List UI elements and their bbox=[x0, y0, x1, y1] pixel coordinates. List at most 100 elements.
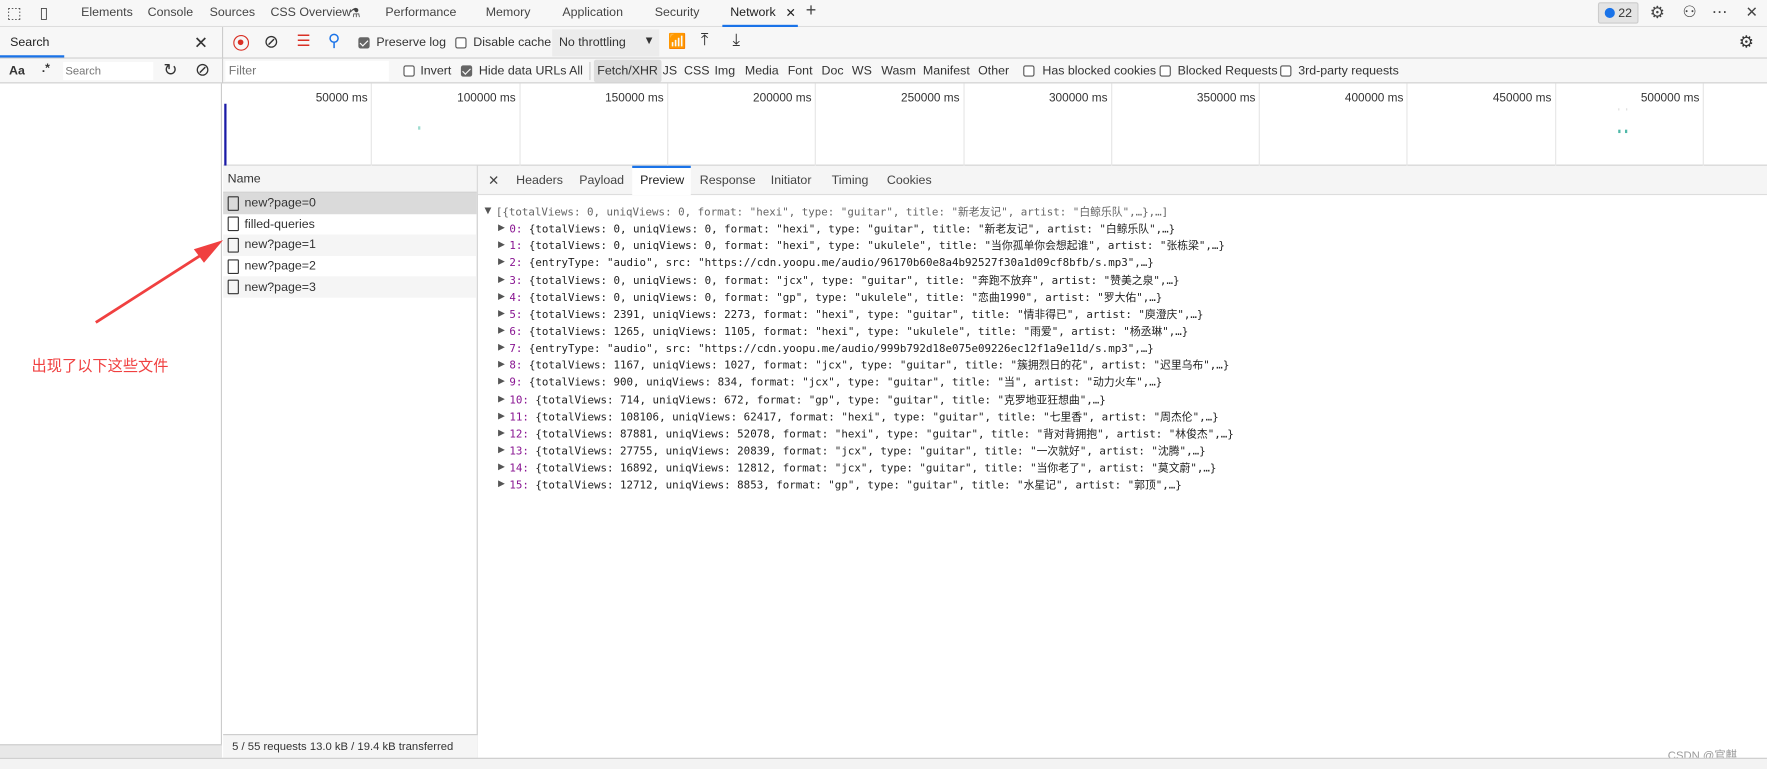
expand-triangle-icon[interactable] bbox=[498, 292, 505, 300]
item-summary: {totalViews: 900, uniqViews: 834, format… bbox=[528, 377, 1163, 390]
expand-triangle-icon[interactable] bbox=[498, 480, 505, 488]
flask-icon: ⚗ bbox=[349, 6, 361, 21]
name-column-header[interactable]: Name bbox=[223, 165, 477, 193]
close-details-icon[interactable]: ✕ bbox=[488, 173, 499, 189]
preview-item[interactable]: 3: {totalViews: 0, uniqViews: 0, format:… bbox=[485, 272, 1234, 289]
tab-css-overview[interactable]: CSS Overview bbox=[270, 6, 351, 20]
type-media[interactable]: Media bbox=[745, 64, 779, 78]
expand-triangle-icon[interactable] bbox=[498, 463, 505, 471]
search-icon[interactable]: ⚲ bbox=[328, 30, 340, 51]
expand-triangle-icon[interactable] bbox=[498, 275, 505, 283]
preview-item[interactable]: 5: {totalViews: 2391, uniqViews: 2273, f… bbox=[485, 307, 1234, 324]
type-font[interactable]: Font bbox=[788, 64, 813, 78]
customize-icon[interactable]: ⚇ bbox=[1682, 2, 1696, 21]
item-summary: {totalViews: 1265, uniqViews: 1105, form… bbox=[528, 325, 1189, 339]
type-ws[interactable]: WS bbox=[852, 64, 872, 78]
divider bbox=[589, 62, 591, 81]
preview-item[interactable]: 15: {totalViews: 12712, uniqViews: 8853,… bbox=[485, 477, 1234, 494]
type-wasm[interactable]: Wasm bbox=[881, 64, 916, 78]
preview-item[interactable]: 14: {totalViews: 16892, uniqViews: 12812… bbox=[485, 460, 1234, 477]
settings-icon[interactable]: ⚙ bbox=[1650, 2, 1665, 22]
preview-item[interactable]: 2: {entryType: "audio", src: "https://cd… bbox=[485, 255, 1234, 272]
add-tab-icon[interactable]: + bbox=[806, 1, 817, 21]
disable-cache-checkbox[interactable] bbox=[455, 37, 467, 49]
request-row[interactable]: new?page=2 bbox=[223, 256, 477, 277]
tab-performance[interactable]: Performance bbox=[385, 6, 456, 20]
preview-item[interactable]: 1: {totalViews: 0, uniqViews: 0, format:… bbox=[485, 238, 1234, 255]
type-manifest[interactable]: Manifest bbox=[923, 64, 970, 78]
preview-item[interactable]: 4: {totalViews: 0, uniqViews: 0, format:… bbox=[485, 289, 1234, 306]
preview-item[interactable]: 7: {entryType: "audio", src: "https://cd… bbox=[485, 341, 1234, 358]
tab-application[interactable]: Application bbox=[562, 6, 623, 20]
expand-triangle-icon[interactable] bbox=[498, 378, 505, 385]
filter-icon[interactable]: ☰ bbox=[296, 32, 310, 51]
type-img[interactable]: Img bbox=[714, 64, 735, 78]
tab-memory[interactable]: Memory bbox=[486, 6, 531, 20]
tab-security[interactable]: Security bbox=[655, 6, 700, 20]
preview-item[interactable]: 11: {totalViews: 108106, uniqViews: 6241… bbox=[485, 409, 1234, 426]
more-icon[interactable]: ⋯ bbox=[1712, 2, 1728, 21]
expand-triangle-icon[interactable] bbox=[498, 344, 505, 351]
type-css[interactable]: CSS bbox=[684, 64, 709, 78]
network-settings-icon[interactable]: ⚙ bbox=[1739, 32, 1754, 52]
item-index: 9: bbox=[509, 377, 523, 390]
import-har-icon[interactable]: ⤒ bbox=[701, 30, 708, 49]
expand-triangle-icon[interactable] bbox=[498, 241, 505, 249]
expand-triangle-icon[interactable] bbox=[498, 326, 505, 334]
expand-triangle-icon[interactable] bbox=[498, 429, 505, 437]
expand-triangle-icon[interactable] bbox=[498, 446, 505, 454]
preview-root[interactable]: [{totalViews: 0, uniqViews: 0, format: "… bbox=[484, 204, 1234, 221]
preview-item[interactable]: 9: {totalViews: 900, uniqViews: 834, for… bbox=[485, 375, 1234, 392]
expand-triangle-icon[interactable] bbox=[498, 224, 505, 232]
tab-timing[interactable]: Timing bbox=[832, 174, 869, 188]
type-doc[interactable]: Doc bbox=[822, 64, 844, 78]
request-row[interactable]: new?page=0 bbox=[223, 192, 477, 214]
third-party-checkbox[interactable] bbox=[1280, 65, 1292, 77]
preview-item[interactable]: 12: {totalViews: 87881, uniqViews: 52078… bbox=[485, 426, 1234, 443]
invert-checkbox[interactable] bbox=[403, 65, 415, 77]
timeline-bar bbox=[1618, 129, 1628, 134]
tab-initiator[interactable]: Initiator bbox=[771, 174, 812, 188]
request-row[interactable]: filled-queries bbox=[223, 214, 477, 235]
type-js[interactable]: JS bbox=[663, 64, 677, 78]
network-conditions-icon[interactable]: 📶 bbox=[668, 33, 686, 51]
tab-cookies[interactable]: Cookies bbox=[887, 174, 932, 188]
tab-payload[interactable]: Payload bbox=[579, 174, 624, 188]
type-all[interactable]: All bbox=[569, 64, 583, 78]
preview-item[interactable]: 6: {totalViews: 1265, uniqViews: 1105, f… bbox=[485, 324, 1234, 341]
preview-item[interactable]: 13: {totalViews: 27755, uniqViews: 20839… bbox=[485, 443, 1234, 460]
hide-data-urls-checkbox[interactable] bbox=[460, 65, 473, 77]
tab-headers[interactable]: Headers bbox=[516, 174, 563, 188]
collapse-triangle-icon[interactable] bbox=[484, 207, 492, 215]
issues-badge[interactable]: 22 bbox=[1597, 2, 1639, 24]
expand-triangle-icon[interactable] bbox=[498, 395, 505, 403]
network-overview-timeline[interactable]: 50000 ms 100000 ms 150000 ms 200000 ms 25000… bbox=[223, 83, 1767, 166]
has-blocked-cookies-checkbox[interactable] bbox=[1023, 65, 1035, 77]
type-other[interactable]: Other bbox=[978, 64, 1009, 78]
preview-item[interactable]: 10: {totalViews: 714, uniqViews: 672, fo… bbox=[485, 392, 1234, 409]
preserve-log-checkbox[interactable] bbox=[358, 37, 370, 49]
throttling-select[interactable]: No throttling ▼ bbox=[552, 29, 660, 57]
timeline-gridline bbox=[667, 83, 669, 166]
timeline-tick-label: 100000 ms bbox=[457, 91, 516, 105]
request-row[interactable]: new?page=1 bbox=[223, 234, 477, 256]
tab-preview[interactable]: Preview bbox=[640, 174, 684, 188]
tab-response[interactable]: Response bbox=[700, 174, 756, 188]
issues-count: 22 bbox=[1618, 6, 1633, 21]
clear-icon[interactable]: ⊘ bbox=[264, 30, 279, 53]
expand-triangle-icon[interactable] bbox=[498, 361, 505, 368]
export-har-icon[interactable]: ⤓ bbox=[732, 30, 739, 49]
preview-item[interactable]: 8: {totalViews: 1167, uniqViews: 1027, f… bbox=[485, 358, 1234, 375]
blocked-requests-checkbox[interactable] bbox=[1159, 65, 1171, 77]
preview-item[interactable]: 0: {totalViews: 0, uniqViews: 0, format:… bbox=[485, 221, 1234, 238]
expand-triangle-icon[interactable] bbox=[498, 258, 505, 266]
type-fetch-xhr[interactable]: Fetch/XHR bbox=[593, 59, 662, 83]
timeline-bar bbox=[1618, 108, 1628, 111]
expand-triangle-icon[interactable] bbox=[498, 309, 505, 317]
tab-network[interactable]: Network bbox=[730, 6, 775, 20]
timeline-gridline bbox=[814, 83, 817, 166]
request-row[interactable]: new?page=3 bbox=[223, 276, 477, 298]
close-devtools-icon[interactable]: ✕ bbox=[1746, 3, 1758, 21]
close-tab-icon[interactable]: ✕ bbox=[785, 6, 795, 21]
expand-triangle-icon[interactable] bbox=[498, 412, 505, 420]
